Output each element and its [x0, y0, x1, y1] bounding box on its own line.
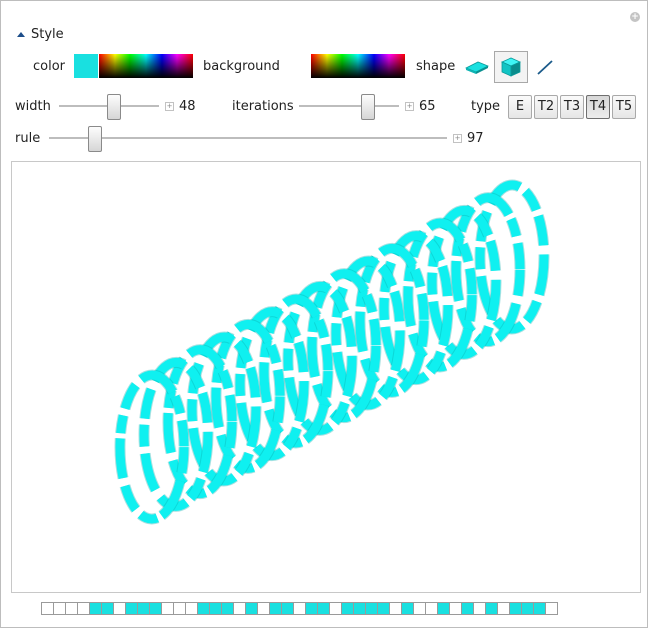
rule-bit-cell — [450, 603, 462, 614]
background-spectrum-picker[interactable] — [311, 54, 405, 78]
iterations-increment-button[interactable]: + — [405, 102, 414, 111]
rule-bit-cell — [138, 603, 150, 614]
slider-thumb[interactable] — [88, 126, 102, 152]
rule-bit-cell — [150, 603, 162, 614]
rule-bit-cell — [54, 603, 66, 614]
rule-bit-cell — [90, 603, 102, 614]
rule-bit-cell — [246, 603, 258, 614]
style-section-toggle[interactable]: Style — [17, 27, 64, 42]
rule-bit-cell — [270, 603, 282, 614]
shape-option-line[interactable] — [528, 51, 562, 83]
cylinder-plot[interactable] — [12, 162, 640, 592]
type-option-t4[interactable]: T4 — [586, 95, 610, 119]
rule-bit-cell — [78, 603, 90, 614]
shape-option-cube[interactable] — [494, 51, 528, 83]
width-label: width — [15, 99, 51, 114]
rule-bit-cell — [174, 603, 186, 614]
rule-bit-cell — [342, 603, 354, 614]
rule-bit-cell — [378, 603, 390, 614]
rule-bit-cell — [162, 603, 174, 614]
rule-bit-cell — [210, 603, 222, 614]
type-option-t5[interactable]: T5 — [612, 95, 636, 119]
rule-bits-strip — [41, 602, 558, 615]
rule-bit-cell — [414, 603, 426, 614]
rule-bit-cell — [402, 603, 414, 614]
width-increment-button[interactable]: + — [165, 102, 174, 111]
rule-bit-cell — [426, 603, 438, 614]
rule-bit-cell — [438, 603, 450, 614]
line-icon — [537, 60, 553, 75]
iterations-slider[interactable] — [299, 94, 399, 120]
flat-tile-icon — [465, 61, 489, 74]
rule-value: 97 — [467, 131, 484, 146]
rule-bit-cell — [498, 603, 510, 614]
type-selector: E T2 T3 T4 T5 — [508, 95, 636, 119]
rule-bit-cell — [546, 603, 557, 614]
rule-label: rule — [15, 131, 41, 146]
shape-label: shape — [416, 59, 456, 74]
rule-bit-cell — [126, 603, 138, 614]
iterations-value: 65 — [419, 99, 436, 114]
type-label: type — [471, 99, 501, 114]
manipulate-panel: + Style color background shape width + 4… — [0, 0, 648, 628]
rule-bit-cell — [462, 603, 474, 614]
width-slider[interactable] — [59, 94, 159, 120]
plus-circle-icon[interactable]: + — [630, 12, 640, 22]
style-section-title: Style — [31, 27, 64, 42]
rule-bit-cell — [366, 603, 378, 614]
rule-bit-cell — [282, 603, 294, 614]
shape-selector — [460, 51, 562, 83]
background-label: background — [203, 59, 280, 74]
rule-bit-cell — [306, 603, 318, 614]
type-option-e[interactable]: E — [508, 95, 532, 119]
color-label: color — [33, 59, 66, 74]
caret-up-icon — [17, 31, 25, 37]
rule-increment-button[interactable]: + — [453, 134, 462, 143]
width-value: 48 — [179, 99, 196, 114]
shape-option-flat[interactable] — [460, 51, 494, 83]
rule-bit-cell — [198, 603, 210, 614]
rule-bit-cell — [330, 603, 342, 614]
rule-bit-cell — [66, 603, 78, 614]
plot-panel — [11, 161, 641, 593]
rule-bit-cell — [294, 603, 306, 614]
rule-bit-cell — [102, 603, 114, 614]
rule-bit-cell — [222, 603, 234, 614]
type-option-t3[interactable]: T3 — [560, 95, 584, 119]
slider-thumb[interactable] — [361, 94, 375, 120]
rule-bit-cell — [522, 603, 534, 614]
color-spectrum-picker[interactable] — [99, 54, 193, 78]
color-swatch[interactable] — [74, 54, 98, 78]
iterations-label: iterations — [232, 99, 294, 114]
rule-bit-cell — [234, 603, 246, 614]
rule-bit-cell — [186, 603, 198, 614]
type-option-t2[interactable]: T2 — [534, 95, 558, 119]
rule-bit-cell — [534, 603, 546, 614]
rule-bit-cell — [42, 603, 54, 614]
slider-track — [49, 137, 447, 139]
rule-bit-cell — [474, 603, 486, 614]
slider-thumb[interactable] — [107, 94, 121, 120]
rule-bit-cell — [258, 603, 270, 614]
slider-track — [299, 105, 399, 107]
rule-bit-cell — [354, 603, 366, 614]
cube-icon — [501, 57, 521, 77]
rule-bit-cell — [318, 603, 330, 614]
rule-bit-cell — [114, 603, 126, 614]
rule-bit-cell — [390, 603, 402, 614]
rule-bit-cell — [510, 603, 522, 614]
rule-bit-cell — [486, 603, 498, 614]
rule-slider[interactable] — [49, 126, 447, 152]
